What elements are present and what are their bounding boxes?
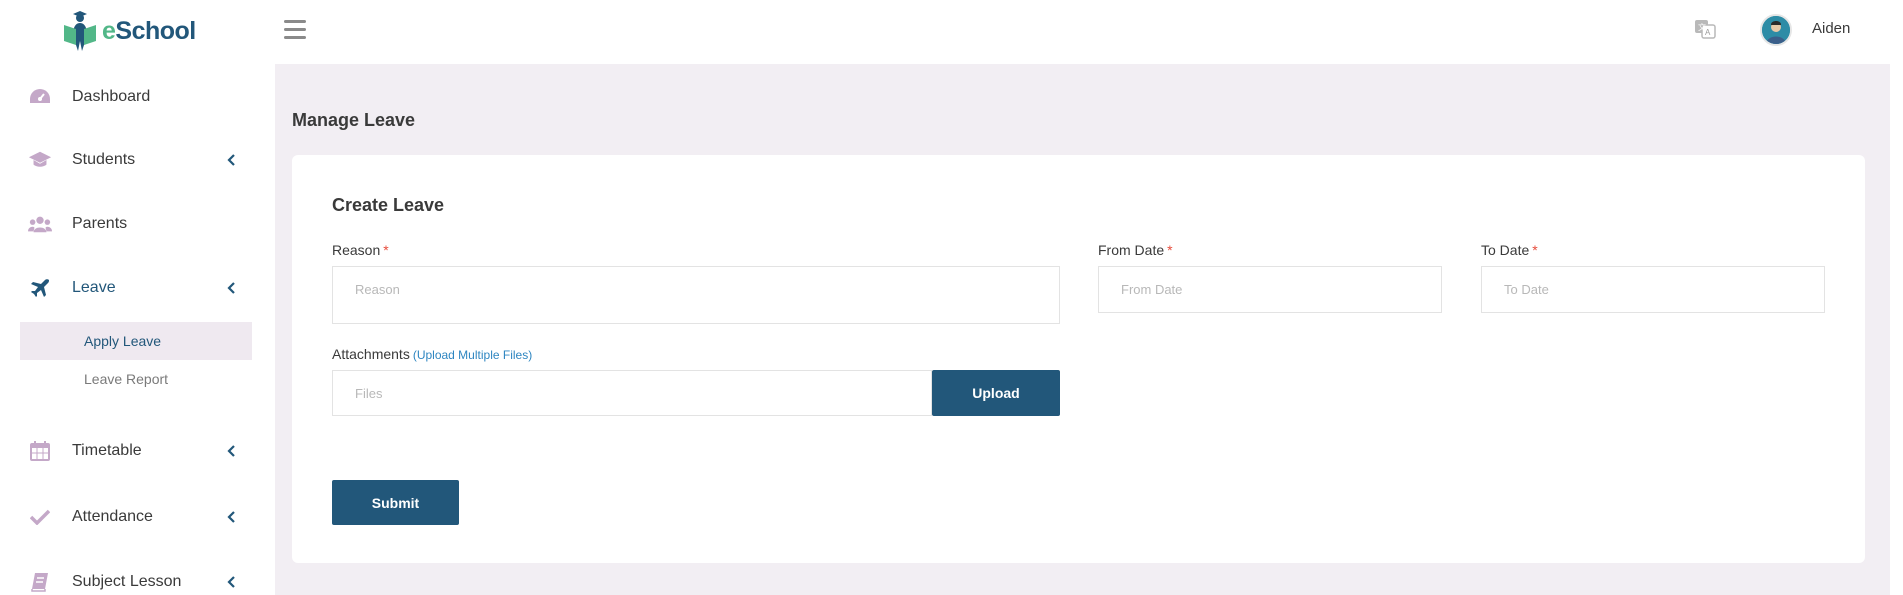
sidebar-item-label: Students	[72, 151, 136, 168]
sidebar-item-leave[interactable]: Leave	[0, 266, 275, 310]
sidebar-item-label: Parents	[72, 215, 128, 232]
sidebar-item-dashboard[interactable]: Dashboard	[0, 75, 275, 119]
sidebar-item-label: Dashboard	[72, 88, 151, 105]
scrollbar[interactable]	[1890, 0, 1903, 595]
page-title: Manage Leave	[292, 110, 416, 130]
card-title: Create Leave	[332, 195, 445, 215]
sidebar-item-parents[interactable]: Parents	[0, 202, 275, 246]
graduation-cap-icon	[28, 148, 52, 172]
plane-icon	[28, 276, 52, 300]
brand-name: eSchool	[102, 16, 196, 45]
sidebar-item-subject-lesson[interactable]: Subject Lesson	[0, 560, 275, 595]
submit-button[interactable]: Submit	[332, 480, 459, 525]
chevron-left-icon	[224, 153, 238, 167]
required-mark: *	[383, 242, 389, 258]
sidebar-subitem-leave-report[interactable]: Leave Report	[20, 360, 252, 398]
svg-text:A: A	[1705, 28, 1711, 37]
user-name[interactable]: Aiden	[1812, 20, 1850, 37]
chevron-left-icon	[224, 281, 238, 295]
dashboard-icon	[28, 85, 52, 109]
check-icon	[28, 505, 52, 529]
to-date-field[interactable]	[1481, 266, 1825, 313]
calendar-icon	[28, 439, 52, 463]
hamburger-icon[interactable]	[284, 20, 306, 40]
attachments-label: Attachments (Upload Multiple Files)	[332, 346, 533, 362]
book-icon	[28, 570, 52, 594]
sidebar-item-students[interactable]: Students	[0, 138, 275, 182]
upload-button[interactable]: Upload	[932, 370, 1060, 416]
chevron-left-icon	[224, 444, 238, 458]
chevron-left-icon	[224, 510, 238, 524]
sidebar-subitem-label: Leave Report	[84, 371, 169, 387]
sidebar-item-timetable[interactable]: Timetable	[0, 429, 275, 473]
sidebar-item-attendance[interactable]: Attendance	[0, 495, 275, 539]
to-date-label: To Date *	[1481, 242, 1538, 258]
from-date-field[interactable]	[1098, 266, 1442, 313]
users-icon	[28, 212, 52, 236]
sidebar-item-label: Subject Lesson	[72, 573, 182, 590]
brand-logo[interactable]: eSchool	[62, 10, 196, 52]
sidebar-item-label: Leave	[72, 279, 116, 296]
reason-field[interactable]	[332, 266, 1060, 324]
files-field[interactable]	[332, 370, 932, 416]
top-header: 文A Aiden	[275, 0, 1903, 64]
logo-icon	[64, 11, 96, 51]
required-mark: *	[1532, 242, 1538, 258]
attachments-hint: (Upload Multiple Files)	[412, 348, 533, 362]
required-mark: *	[1167, 242, 1173, 258]
sidebar-item-label: Attendance	[72, 508, 153, 525]
language-icon[interactable]: 文A	[1694, 18, 1716, 40]
chevron-left-icon	[224, 575, 238, 589]
create-leave-card: Create Leave Reason* From Date* To Date*…	[292, 155, 1865, 563]
sidebar-subitem-apply-leave[interactable]: Apply Leave	[20, 322, 252, 360]
sidebar-item-label: Timetable	[72, 442, 142, 459]
reason-label: Reason *	[332, 242, 389, 258]
sidebar-subitem-label: Apply Leave	[84, 333, 162, 349]
from-date-label: From Date *	[1098, 242, 1173, 258]
sidebar: eSchool Dashboard Students Parents Leave…	[0, 0, 275, 595]
avatar[interactable]	[1760, 14, 1792, 46]
